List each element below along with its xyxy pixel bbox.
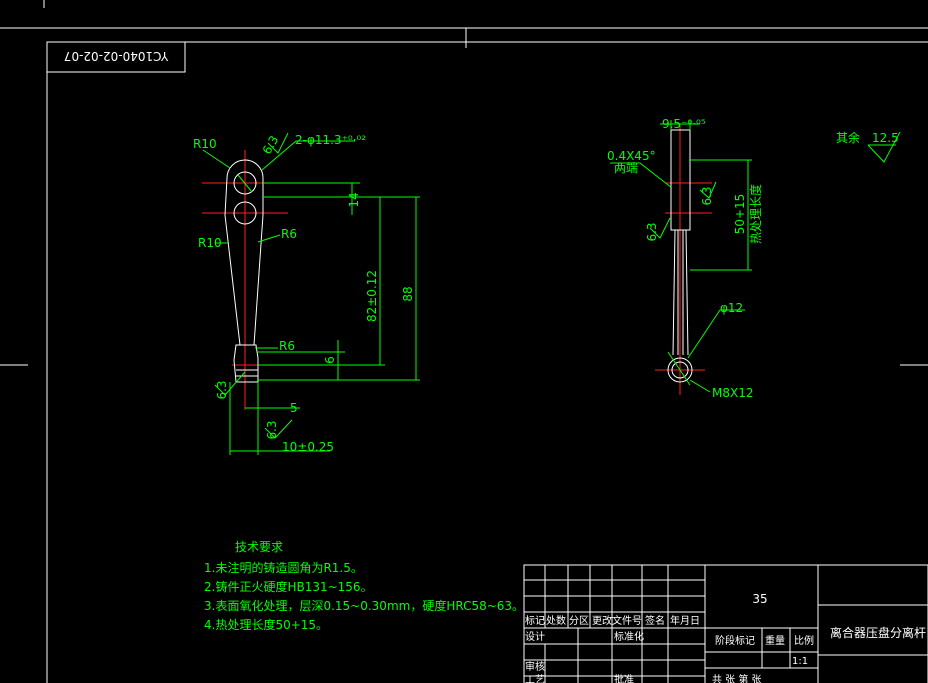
tb-sign: 签名 xyxy=(645,614,665,627)
tb-sheets: 共 张 第 张 xyxy=(712,673,762,683)
tech-req-item: 1.未注明的铸造圆角为R1.5。 xyxy=(204,560,363,575)
r10-top-label: R10 xyxy=(193,137,217,151)
roughness-other-label: 其余 xyxy=(836,130,860,145)
dim-82-label: 82±0.12 xyxy=(365,270,379,322)
dia-12-label: φ12 xyxy=(720,301,743,315)
dim-6-label: 6 xyxy=(323,356,337,364)
r6-top-label: R6 xyxy=(281,227,297,241)
tech-req-item: 4.热处理长度50+15。 xyxy=(204,617,328,632)
front-view: R10 2-φ11.3⁺⁰·⁰² R10 R6 R6 5 10±0.25 14 … xyxy=(193,132,420,455)
dim-5-label: 5 xyxy=(290,401,298,415)
tb-review: 审核 xyxy=(525,660,545,673)
drawing-frame xyxy=(46,41,928,683)
rough-63-b: 6.3 xyxy=(265,420,279,439)
r6-bottom-label: R6 xyxy=(279,339,295,353)
tb-ratio: 比例 xyxy=(794,634,814,647)
holes-label: 2-φ11.3⁺⁰·⁰² xyxy=(295,133,366,147)
rough-63-a: 6.3 xyxy=(215,380,229,399)
tb-date: 年月日 xyxy=(670,614,700,627)
tb-weight: 重量 xyxy=(765,634,785,647)
tb-process: 工艺 xyxy=(525,674,545,683)
roughness-other-value: 12.5 xyxy=(872,131,899,145)
dim-50-note: 热处理长度 xyxy=(748,184,763,244)
dim-95-label: 9.5⁻⁰·⁰⁵ xyxy=(662,117,706,131)
thread-label: M8X12 xyxy=(712,386,753,400)
title-block: 标记 处数 分区 更改文件号 签名 年月日 设计 标准化 审核 工艺 批准 阶段… xyxy=(523,564,928,683)
tech-req-title: 技术要求 xyxy=(235,540,283,554)
tb-count: 处数 xyxy=(546,614,566,627)
chamfer-note: 两端 xyxy=(614,161,638,175)
side-rough-63-b: 6.3 xyxy=(645,222,659,241)
dim-88-label: 88 xyxy=(401,286,415,301)
tb-zone: 分区 xyxy=(569,615,589,627)
tb-scale: 1:1 xyxy=(792,656,808,667)
tech-req-item: 3.表面氧化处理，层深0.15~0.30mm，硬度HRC58~63。 xyxy=(204,598,524,613)
r10-mid-label: R10 xyxy=(198,236,222,250)
tb-standardize: 标准化 xyxy=(614,630,644,643)
drawing-code: YC1040-02-02-07 xyxy=(64,49,169,63)
side-view: 9.5⁻⁰·⁰⁵ 0.4X45° 两端 50+15 热处理长度 φ12 M8X1… xyxy=(607,117,763,400)
tb-material: 35 xyxy=(752,592,767,606)
tech-requirements: 技术要求 1.未注明的铸造圆角为R1.5。 2.铸件正火硬度HB131~156。… xyxy=(204,540,524,632)
tb-stage-mark: 阶段标记 xyxy=(715,634,755,647)
dim-10-label: 10±0.25 xyxy=(282,440,334,454)
tech-req-item: 2.铸件正火硬度HB131~156。 xyxy=(204,579,373,594)
tb-part-name: 离合器压盘分离杆 xyxy=(830,625,926,640)
tb-design: 设计 xyxy=(525,630,545,643)
tb-mark: 标记 xyxy=(525,615,545,627)
dim-14-label: 14 xyxy=(347,192,361,207)
tb-approve: 批准 xyxy=(614,673,634,683)
dim-50-label: 50+15 xyxy=(733,194,747,235)
tb-change-doc: 更改文件号 xyxy=(592,614,642,627)
cad-drawing: YC1040-02-02-07 R10 2-φ11.3⁺⁰·⁰² R10 R6 … xyxy=(0,0,928,683)
side-rough-63-a: 6.3 xyxy=(700,186,714,205)
